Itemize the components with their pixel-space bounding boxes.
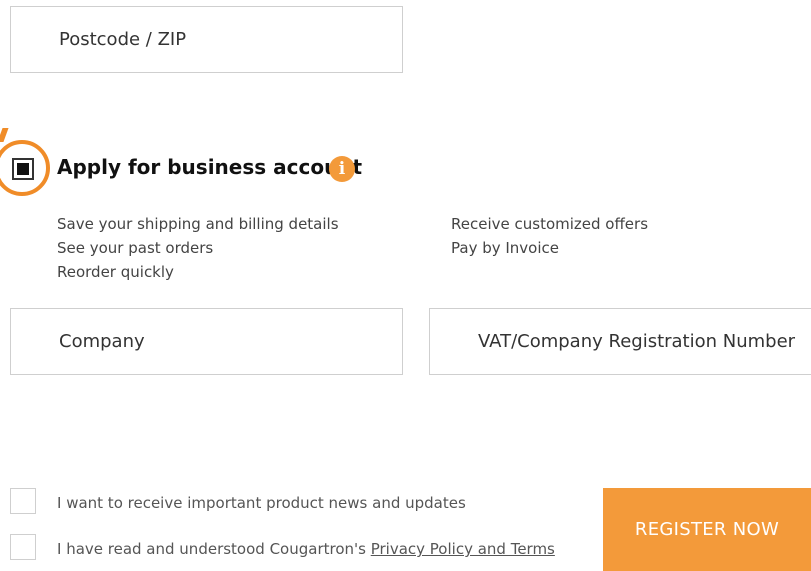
benefit-item: Pay by Invoice: [451, 239, 560, 257]
register-now-button[interactable]: REGISTER NOW: [603, 488, 811, 571]
highlight-arrow-tip: [0, 128, 9, 142]
business-account-checkbox[interactable]: [12, 158, 34, 180]
news-consent-label: I want to receive important product news…: [57, 494, 466, 512]
vat-registration-field[interactable]: VAT/Company Registration Number: [429, 308, 811, 375]
vat-placeholder: VAT/Company Registration Number: [478, 331, 796, 352]
business-account-title[interactable]: Apply for business account: [57, 155, 362, 179]
postcode-placeholder: Postcode / ZIP: [59, 29, 187, 50]
terms-prefix: I have read and understood Cougartron's: [57, 540, 371, 558]
terms-consent-checkbox[interactable]: [10, 534, 36, 560]
privacy-terms-link[interactable]: Privacy Policy and Terms: [371, 540, 555, 558]
benefits-list-right: Receive customized offers Pay by Invoice: [451, 212, 648, 260]
terms-consent-label: I have read and understood Cougartron's …: [57, 540, 555, 558]
postcode-field[interactable]: Postcode / ZIP: [10, 6, 403, 73]
info-icon[interactable]: i: [329, 156, 355, 182]
checkbox-checked-mark: [17, 163, 29, 175]
benefit-item: Save your shipping and billing details: [57, 215, 339, 233]
company-field[interactable]: Company: [10, 308, 403, 375]
benefits-list-left: Save your shipping and billing details S…: [57, 212, 339, 284]
news-consent-checkbox[interactable]: [10, 488, 36, 514]
benefit-item: Receive customized offers: [451, 215, 649, 233]
company-placeholder: Company: [59, 331, 145, 352]
benefit-item: Reorder quickly: [57, 263, 174, 281]
benefit-item: See your past orders: [57, 239, 214, 257]
